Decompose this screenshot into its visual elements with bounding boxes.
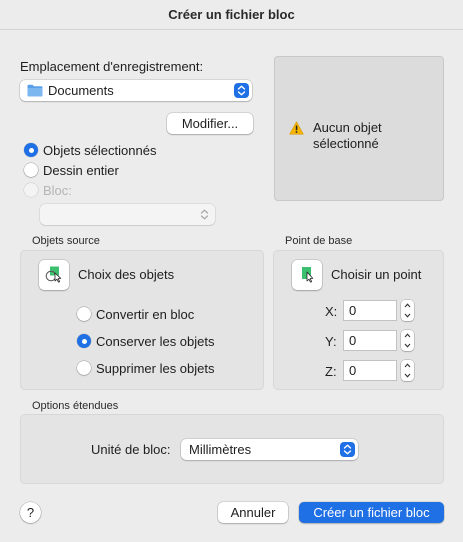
radio-block[interactable]	[24, 183, 38, 197]
pick-point-button[interactable]	[292, 260, 322, 290]
preview-message: Aucun objet sélectionné	[313, 120, 382, 151]
radio-entire-drawing[interactable]	[24, 163, 38, 177]
select-objects-icon	[45, 265, 63, 286]
cancel-button[interactable]: Annuler	[218, 502, 288, 523]
dialog-title: Créer un fichier bloc	[0, 0, 463, 30]
block-unit-select[interactable]: Millimètres	[181, 439, 358, 460]
source-objects-group: Choix des objets Convertir en bloc Conse…	[20, 250, 264, 390]
choose-objects-label: Choix des objets	[78, 267, 175, 282]
help-button[interactable]: ?	[20, 502, 41, 523]
block-unit-value: Millimètres	[189, 442, 252, 457]
chevron-up-down-icon	[197, 207, 212, 222]
base-point-group: Choisir un point X: 0 Y: 0 Z: 0	[273, 250, 444, 390]
block-preview-panel: Aucun objet sélectionné	[274, 56, 444, 201]
radio-selected-objects-label: Objets sélectionnés	[43, 143, 157, 158]
radio-convert-to-block-label: Convertir en bloc	[96, 307, 195, 322]
chevron-down-icon	[404, 373, 411, 378]
modify-location-button[interactable]: Modifier...	[167, 113, 253, 134]
save-location-value: Documents	[48, 83, 114, 98]
chevron-up-icon	[404, 333, 411, 338]
z-stepper[interactable]	[401, 360, 414, 381]
pick-point-icon	[298, 265, 316, 286]
source-objects-title: Objets source	[32, 235, 100, 247]
radio-block-label: Bloc:	[43, 183, 72, 198]
base-point-title: Point de base	[285, 235, 353, 247]
radio-entire-drawing-label: Dessin entier	[43, 163, 119, 178]
save-location-label: Emplacement d'enregistrement:	[20, 59, 204, 74]
extended-options-group: Unité de bloc: Millimètres	[20, 414, 444, 484]
chevron-down-icon	[404, 343, 411, 348]
radio-selected-objects[interactable]	[24, 143, 38, 157]
radio-keep-objects[interactable]	[77, 334, 91, 348]
chevron-up-down-icon	[234, 83, 249, 98]
create-block-file-dialog: Créer un fichier bloc Emplacement d'enre…	[0, 0, 463, 542]
chevron-down-icon	[404, 313, 411, 318]
save-location-select[interactable]: Documents	[20, 80, 252, 101]
create-block-file-button[interactable]: Créer un fichier bloc	[299, 502, 444, 523]
x-coordinate-input[interactable]: 0	[343, 300, 397, 321]
folder-icon	[27, 84, 43, 97]
chevron-up-icon	[404, 363, 411, 368]
radio-delete-objects-label: Supprimer les objets	[96, 361, 215, 376]
y-stepper[interactable]	[401, 330, 414, 351]
y-label: Y:	[325, 334, 337, 349]
y-coordinate-input[interactable]: 0	[343, 330, 397, 351]
x-label: X:	[325, 304, 338, 319]
z-label: Z:	[325, 364, 337, 379]
choose-objects-button[interactable]	[39, 260, 69, 290]
chevron-up-down-icon	[340, 442, 355, 457]
warning-icon	[289, 121, 304, 138]
pick-point-label: Choisir un point	[331, 267, 422, 282]
x-stepper[interactable]	[401, 300, 414, 321]
block-unit-label: Unité de bloc:	[91, 442, 171, 457]
radio-convert-to-block[interactable]	[77, 307, 91, 321]
radio-keep-objects-label: Conserver les objets	[96, 334, 215, 349]
radio-delete-objects[interactable]	[77, 361, 91, 375]
z-coordinate-input[interactable]: 0	[343, 360, 397, 381]
chevron-up-icon	[404, 303, 411, 308]
block-select[interactable]	[40, 204, 215, 225]
extended-options-title: Options étendues	[32, 400, 119, 412]
